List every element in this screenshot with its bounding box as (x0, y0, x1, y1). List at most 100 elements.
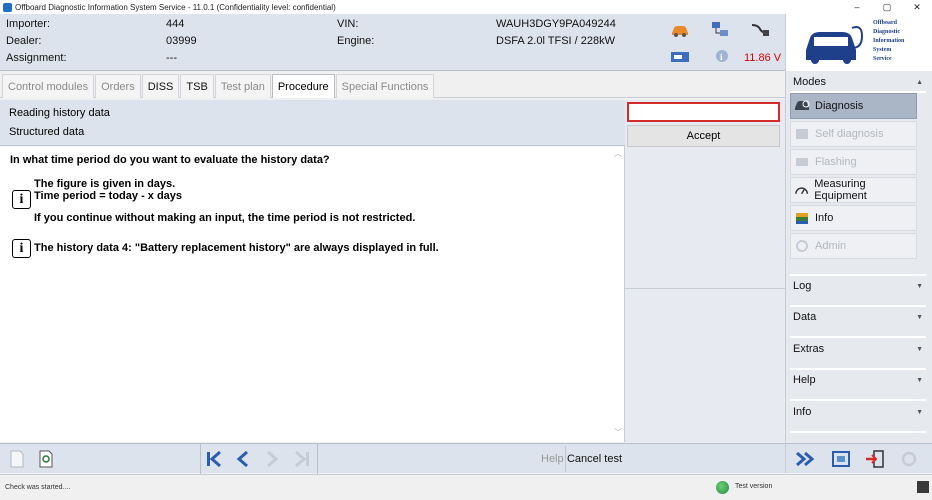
info-plug-icon: i (716, 50, 728, 62)
mode-info[interactable]: Info (790, 205, 917, 231)
mode-flashing[interactable]: Flashing (790, 149, 917, 175)
forward-double-icon[interactable] (794, 449, 816, 469)
tab-procedure[interactable]: Procedure (271, 74, 335, 98)
odis-logo: Offboard Diagnostic Information System S… (785, 14, 932, 71)
mode-admin[interactable]: Admin (790, 233, 917, 259)
panel-divider (625, 288, 785, 289)
diagnosis-icon (795, 100, 810, 110)
close-button[interactable]: ✕ (902, 0, 932, 14)
interface-icon (671, 52, 689, 62)
screenshot-icon[interactable] (830, 449, 852, 469)
tab-diss[interactable]: DISS (141, 74, 180, 98)
separator (790, 368, 926, 370)
content-scrollbar[interactable]: ︿ ﹀ (613, 148, 623, 438)
cable-icon (751, 24, 769, 36)
modes-sidebar: Modes ▲ Diagnosis Self diagnosis Flashing… (785, 71, 932, 473)
procedure-toolbar: Help Cancel test (0, 443, 625, 474)
info-icon: i (12, 239, 31, 258)
minimize-button[interactable]: – (842, 0, 872, 14)
logo-text: Offboard Diagnostic Information System S… (873, 20, 905, 62)
vehicle-header: Importer: 444 Dealer: 03999 Assignment: … (0, 14, 785, 71)
resize-grip-icon[interactable] (917, 481, 929, 493)
tab-test-plan[interactable]: Test plan (214, 74, 271, 98)
separator (790, 336, 926, 338)
status-bar: Check was started.... Test version (0, 474, 932, 500)
assignment-label: Assignment: (6, 52, 67, 64)
car-stethoscope-icon (806, 26, 864, 64)
info-text-unrestricted: If you continue without making an input,… (34, 212, 416, 224)
separator (790, 305, 926, 307)
importer-label: Importer: (6, 18, 51, 30)
admin-gear-icon (796, 240, 808, 252)
dealer-value: 03999 (166, 35, 197, 47)
tab-control-modules[interactable]: Control modules (2, 74, 95, 98)
question-text: In what time period do you want to evalu… (10, 154, 330, 166)
info-icon: i (12, 190, 31, 209)
separator (790, 274, 926, 276)
vin-label: VIN: (337, 18, 359, 30)
info-text-days: The figure is given in days. (34, 178, 176, 190)
help-button[interactable]: Help (541, 453, 564, 465)
info-books-icon (796, 213, 808, 224)
info-text-formula: Time period = today - x days (34, 190, 183, 202)
procedure-subtitle: Structured data (9, 126, 85, 138)
importer-value: 444 (166, 18, 185, 30)
settings-icon[interactable] (898, 449, 920, 469)
section-info[interactable]: Info ▼ (790, 403, 926, 421)
procedure-title: Reading history data (9, 107, 110, 119)
next-step-icon[interactable] (261, 447, 283, 471)
window-title: Offboard Diagnostic Information System S… (15, 2, 336, 12)
days-input[interactable] (627, 102, 780, 122)
scroll-down-icon[interactable]: ﹀ (614, 427, 622, 438)
document-search-icon[interactable] (37, 449, 55, 469)
procedure-header: Reading history data Structured data (0, 100, 625, 146)
document-icon[interactable] (8, 449, 26, 469)
section-extras[interactable]: Extras ▼ (790, 340, 926, 358)
flashing-icon (796, 158, 808, 166)
title-bar: Offboard Diagnostic Information System S… (0, 0, 932, 14)
scroll-up-icon[interactable]: ︿ (614, 148, 622, 159)
expand-icon[interactable]: ▼ (916, 377, 923, 384)
dealer-label: Dealer: (6, 35, 42, 47)
expand-icon[interactable]: ▼ (916, 346, 923, 353)
separator (790, 399, 926, 401)
separator (790, 431, 926, 433)
globe-icon (716, 481, 729, 494)
self-diagnosis-icon (796, 129, 808, 139)
status-message: Check was started.... (5, 484, 71, 491)
procedure-content: In what time period do you want to evalu… (0, 146, 625, 442)
navigation-group (200, 444, 318, 474)
first-step-icon[interactable] (203, 447, 225, 471)
last-step-icon[interactable] (291, 447, 313, 471)
expand-icon[interactable]: ▼ (916, 314, 923, 321)
mode-self-diagnosis[interactable]: Self diagnosis (790, 121, 917, 147)
expand-icon[interactable]: ▼ (916, 409, 923, 416)
exit-icon[interactable] (864, 449, 886, 469)
previous-step-icon[interactable] (232, 447, 254, 471)
sidebar-toolbar (786, 443, 932, 473)
car-icon (672, 26, 688, 37)
network-icon (712, 22, 728, 36)
toolbar-filler (625, 443, 785, 473)
engine-value: DSFA 2.0l TFSI / 228kW (496, 35, 616, 47)
main-tabs: Control modules Orders DISS TSB Test pla… (0, 74, 785, 98)
section-log[interactable]: Log ▼ (790, 277, 926, 295)
engine-label: Engine: (337, 35, 375, 47)
maximize-button[interactable]: ▢ (872, 0, 902, 14)
expand-icon[interactable]: ▼ (916, 283, 923, 290)
mode-measuring-equipment[interactable]: Measuring Equipment (790, 177, 917, 203)
cancel-test-button[interactable]: Cancel test (565, 446, 623, 472)
tab-orders[interactable]: Orders (95, 74, 141, 98)
measuring-equipment-icon (795, 187, 809, 195)
section-help[interactable]: Help ▼ (790, 371, 926, 389)
accept-button[interactable]: Accept (627, 125, 780, 147)
battery-voltage: 11.86 V (744, 52, 782, 64)
modes-header[interactable]: Modes ▲ (790, 73, 926, 91)
vin-value: WAUH3DGY9PA049244 (496, 18, 616, 30)
collapse-icon[interactable]: ▲ (916, 79, 923, 86)
info-text-battery: The history data 4: "Battery replacement… (34, 242, 439, 254)
section-data[interactable]: Data ▼ (790, 308, 926, 326)
tab-special-functions[interactable]: Special Functions (335, 74, 435, 98)
mode-diagnosis[interactable]: Diagnosis (790, 93, 917, 119)
tab-tsb[interactable]: TSB (180, 74, 214, 98)
